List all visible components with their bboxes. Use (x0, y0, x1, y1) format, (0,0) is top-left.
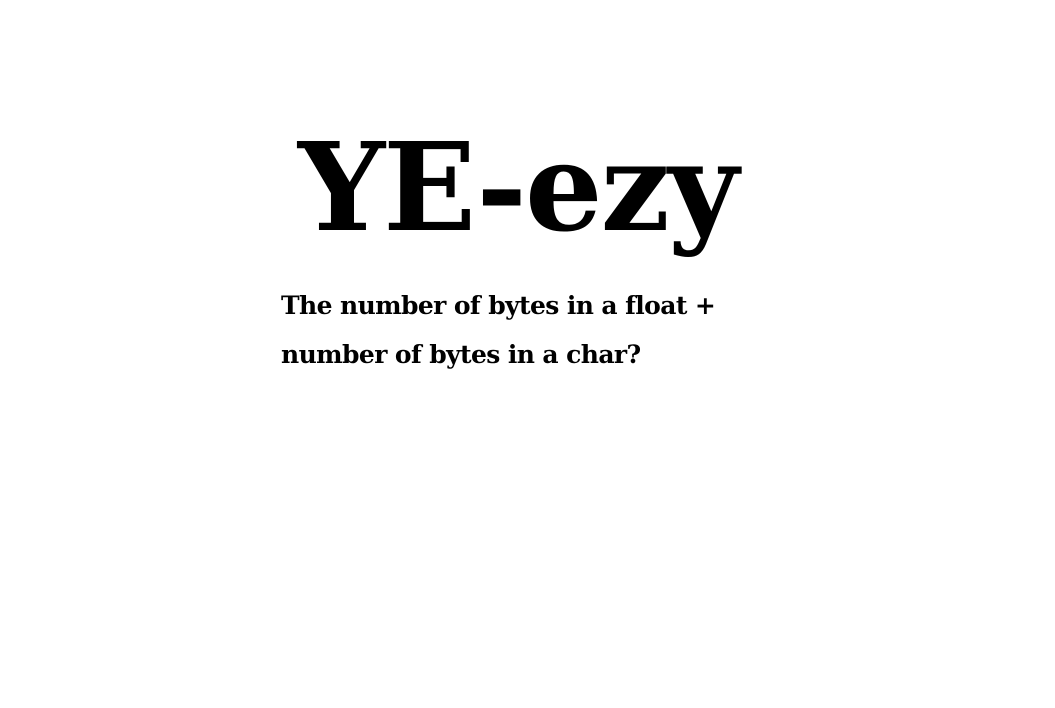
question-line-1: The number of bytes in a float + (281, 291, 716, 320)
slide: YE-ezy The number of bytes in a float + … (0, 0, 1055, 708)
question-text: The number of bytes in a float + number … (281, 281, 801, 379)
slide-title: YE-ezy (298, 115, 739, 259)
question-line-2: number of bytes in a char? (281, 340, 641, 369)
